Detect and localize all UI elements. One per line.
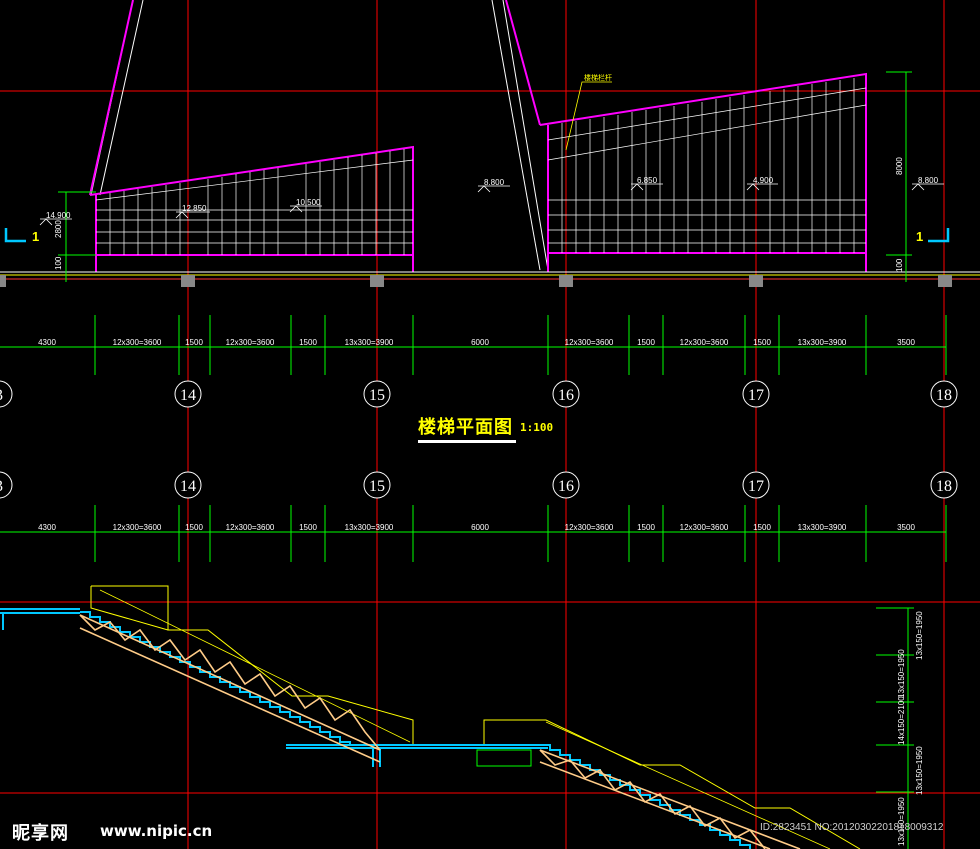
- axis-bubbles-row-2: [0, 471, 958, 499]
- dim2-seg4: 1500: [299, 523, 317, 532]
- dim1-seg2: 1500: [185, 338, 203, 347]
- stair-railing-label: 楼梯栏杆: [584, 73, 612, 82]
- dim1-seg4: 1500: [299, 338, 317, 347]
- dim2-seg5: 13x300=3900: [345, 523, 394, 532]
- sect-dim-1: 13x150=1950: [897, 649, 906, 698]
- dim2-seg11: 13x300=3900: [798, 523, 847, 532]
- dim-right-8000: 8000: [895, 157, 904, 175]
- axis1-17: 17: [748, 387, 764, 404]
- dim1-seg0: 4300: [38, 338, 56, 347]
- section-mark-left: 1: [32, 229, 39, 244]
- stair-hatch-right: [547, 78, 867, 253]
- axis2-17: 17: [748, 478, 764, 495]
- dim1-seg9: 12x300=3600: [680, 338, 729, 347]
- truss-left: [79, 614, 381, 763]
- watermark-id: ID:2823451 NO:20120302201818009312: [760, 822, 944, 833]
- axis1-16: 16: [558, 387, 574, 404]
- elev-4900: 4.900: [753, 176, 774, 185]
- column-markers: [0, 275, 952, 287]
- sect-dim-0: 13x150=1950: [915, 611, 924, 660]
- dimension-row-2: [0, 505, 947, 562]
- dim2-seg3: 12x300=3600: [226, 523, 275, 532]
- axis2-16: 16: [558, 478, 574, 495]
- dim1-seg5: 13x300=3900: [345, 338, 394, 347]
- axis1-18: 18: [936, 387, 952, 404]
- sect-dim-3: 13x150=1950: [915, 746, 924, 795]
- axis1-14: 14: [180, 387, 196, 404]
- axis-bubbles-row-1: [0, 380, 958, 408]
- dim-right-100: 100: [895, 258, 904, 272]
- sect-dim-2: 14x150=2100: [897, 696, 906, 745]
- section-view: 13x150=1950 13x150=1950 14x150=2100 13x1…: [0, 585, 924, 849]
- axis2-18: 18: [936, 478, 952, 495]
- dim2-seg2: 1500: [185, 523, 203, 532]
- title-underline: [418, 440, 516, 443]
- dim2-seg7: 12x300=3600: [565, 523, 614, 532]
- section-mark-right: 1: [916, 229, 923, 244]
- dim2-seg6: 6000: [471, 523, 489, 532]
- elev-14900: 14.900: [46, 211, 71, 220]
- dim1-seg3: 12x300=3600: [226, 338, 275, 347]
- axis2-15: 15: [369, 478, 385, 495]
- drawing-title: 楼梯平面图: [418, 417, 513, 438]
- dim-left-2800: 2800: [54, 220, 63, 238]
- axis2-14: 14: [180, 478, 196, 495]
- dim1-seg11: 13x300=3900: [798, 338, 847, 347]
- dim1-seg10: 1500: [753, 338, 771, 347]
- watermark-url: www.nipic.cn: [100, 822, 213, 840]
- elev-8800-right: 8.800: [918, 176, 939, 185]
- dim2-seg10: 1500: [753, 523, 771, 532]
- elev-6850: 6.850: [637, 176, 658, 185]
- dim2-seg12: 3500: [897, 523, 915, 532]
- watermark-brand: 昵享网: [12, 823, 69, 844]
- dim2-seg8: 1500: [637, 523, 655, 532]
- elev-12850: 12.850: [182, 204, 207, 213]
- dim2-seg0: 4300: [38, 523, 56, 532]
- axis1-3: 3: [0, 387, 3, 404]
- dim1-seg6: 6000: [471, 338, 489, 347]
- dim2-seg9: 12x300=3600: [680, 523, 729, 532]
- elev-8800: 8.800: [484, 178, 505, 187]
- dim1-seg7: 12x300=3600: [565, 338, 614, 347]
- dim-left-100: 100: [54, 256, 63, 270]
- axis2-3: 3: [0, 478, 3, 495]
- stair-hatch-left: [95, 149, 414, 255]
- elev-10500: 10.500: [296, 198, 321, 207]
- plan-view: 2800 100 8000 100 1 1 14.900 12.850 10.5…: [0, 0, 980, 287]
- dim1-seg1: 12x300=3600: [113, 338, 162, 347]
- drawing-scale: 1:100: [520, 421, 554, 434]
- dim1-seg12: 3500: [897, 338, 915, 347]
- axis1-15: 15: [369, 387, 385, 404]
- dim2-seg1: 12x300=3600: [113, 523, 162, 532]
- dim1-seg8: 1500: [637, 338, 655, 347]
